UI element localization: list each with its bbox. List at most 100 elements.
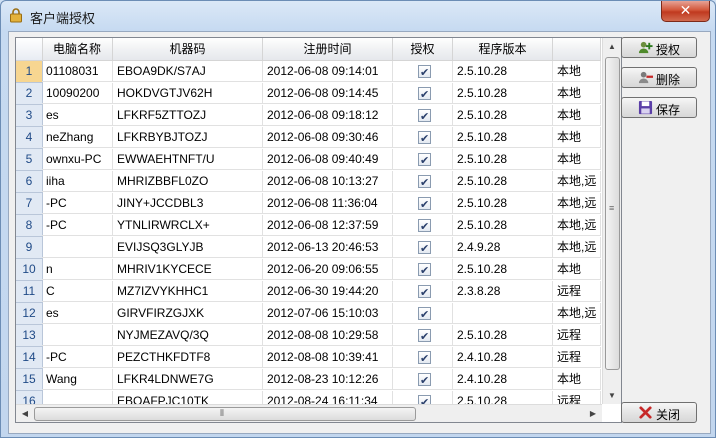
authorized-checkbox[interactable]	[418, 107, 431, 125]
row-number[interactable]: 8	[16, 215, 43, 237]
cell-machine-code[interactable]: EBOA9DK/S7AJ	[113, 61, 263, 82]
save-button[interactable]: 保存	[621, 97, 697, 118]
cell-register-time[interactable]: 2012-06-08 11:36:04	[263, 193, 393, 214]
column-header-computer-name[interactable]: 电脑名称	[42, 38, 113, 60]
cell-version[interactable]: 2.5.10.28	[453, 325, 553, 346]
cell-location[interactable]: 远程	[553, 325, 601, 346]
authorized-checkbox[interactable]	[418, 217, 431, 235]
cell-register-time[interactable]: 2012-06-08 12:37:59	[263, 215, 393, 236]
cell-location[interactable]: 本地	[553, 369, 601, 390]
table-row[interactable]: 13 NYJMEZAVQ/3Q2012-08-08 10:29:58 2.5.10.…	[16, 325, 601, 347]
cell-register-time[interactable]: 2012-06-30 19:44:20	[263, 281, 393, 302]
table-row[interactable]: 9 EVIJSQ3GLYJB2012-06-13 20:46:53 2.4.9.28…	[16, 237, 601, 259]
cell-authorized[interactable]	[393, 105, 453, 126]
row-number[interactable]: 14	[16, 347, 43, 369]
cell-computer-name[interactable]: C	[42, 281, 113, 302]
cell-computer-name[interactable]: Wang	[42, 369, 113, 390]
cell-location[interactable]: 本地	[553, 259, 601, 280]
cell-machine-code[interactable]: NYJMEZAVQ/3Q	[113, 325, 263, 346]
authorize-button[interactable]: 授权	[621, 37, 697, 58]
authorized-checkbox[interactable]	[418, 63, 431, 81]
table-row[interactable]: 5 ownxu-PC EWWAEHTNFT/U 2012-06-08 09:40:49…	[16, 149, 601, 171]
cell-machine-code[interactable]: LFKRF5ZTTOZJ	[113, 105, 263, 126]
row-number[interactable]: 9	[16, 237, 43, 259]
cell-version[interactable]: 2.5.10.28	[453, 193, 553, 214]
title-bar[interactable]: 客户端授权 ✕	[1, 1, 715, 31]
row-number[interactable]: 10	[16, 259, 43, 281]
cell-machine-code[interactable]: YTNLIRWRCLX+	[113, 215, 263, 236]
cell-version[interactable]: 2.5.10.28	[453, 259, 553, 280]
authorized-checkbox[interactable]	[418, 85, 431, 103]
cell-version[interactable]: 2.4.9.28	[453, 237, 553, 258]
cell-machine-code[interactable]: MZ7IZVYKHHC1	[113, 281, 263, 302]
cell-computer-name[interactable]: -PC	[42, 215, 113, 236]
cell-register-time[interactable]: 2012-06-20 09:06:55	[263, 259, 393, 280]
cell-version[interactable]: 2.5.10.28	[453, 127, 553, 148]
cell-authorized[interactable]	[393, 347, 453, 368]
authorized-checkbox[interactable]	[418, 305, 431, 323]
cell-location[interactable]: 远程	[553, 347, 601, 368]
cell-location[interactable]: 本地	[553, 105, 601, 126]
delete-button[interactable]: 删除	[621, 67, 697, 88]
row-number[interactable]: 1	[16, 61, 43, 83]
cell-machine-code[interactable]: HOKDVGTJV62H	[113, 83, 263, 104]
row-number[interactable]: 15	[16, 369, 43, 391]
table-row[interactable]: 15WangLFKR4LDNWE7G2012-08-23 10:12:26 2.4…	[16, 369, 601, 391]
table-row[interactable]: 4neZhangLFKRBYBJTOZJ2012-06-08 09:30:46 2…	[16, 127, 601, 149]
cell-location[interactable]: 本地,远	[553, 303, 601, 324]
client-grid[interactable]: 电脑名称 机器码 注册时间 授权 程序版本 1 01108031 EBOA9DK/S…	[15, 37, 622, 423]
row-number[interactable]: 5	[16, 149, 43, 171]
cell-machine-code[interactable]: LFKR4LDNWE7G	[113, 369, 263, 390]
row-number[interactable]: 6	[16, 171, 43, 193]
cell-computer-name[interactable]: 10090200	[42, 83, 113, 104]
cell-register-time[interactable]: 2012-06-08 09:14:45	[263, 83, 393, 104]
close-button[interactable]: 关闭	[621, 402, 697, 423]
row-number[interactable]: 7	[16, 193, 43, 215]
cell-register-time[interactable]: 2012-08-23 10:12:26	[263, 369, 393, 390]
cell-authorized[interactable]	[393, 127, 453, 148]
cell-computer-name[interactable]: 01108031	[42, 61, 113, 82]
column-header-location[interactable]	[553, 38, 601, 60]
column-header-authorized[interactable]: 授权	[393, 38, 453, 60]
authorized-checkbox[interactable]	[418, 173, 431, 191]
cell-machine-code[interactable]: EWWAEHTNFT/U	[113, 149, 263, 170]
scroll-up-arrow-icon[interactable]: ▲	[603, 38, 621, 55]
row-number[interactable]: 2	[16, 83, 43, 105]
cell-authorized[interactable]	[393, 325, 453, 346]
column-header-version[interactable]: 程序版本	[453, 38, 553, 60]
row-number[interactable]: 12	[16, 303, 43, 325]
row-number[interactable]: 11	[16, 281, 43, 303]
cell-version[interactable]: 2.4.10.28	[453, 369, 553, 390]
cell-authorized[interactable]	[393, 215, 453, 236]
cell-register-time[interactable]: 2012-08-08 10:29:58	[263, 325, 393, 346]
cell-location[interactable]: 本地	[553, 149, 601, 170]
cell-location[interactable]: 本地,远	[553, 215, 601, 236]
cell-version[interactable]: 2.5.10.28	[453, 83, 553, 104]
authorized-checkbox[interactable]	[418, 129, 431, 147]
scroll-right-arrow-icon[interactable]: ▶	[584, 405, 602, 422]
table-row[interactable]: 12esGIRVFIRZGJXK2012-07-06 15:10:03 本地,远	[16, 303, 601, 325]
table-row[interactable]: 11CMZ7IZVYKHHC12012-06-30 19:44:20 2.3.8.…	[16, 281, 601, 303]
cell-authorized[interactable]	[393, 281, 453, 302]
authorized-checkbox[interactable]	[418, 371, 431, 389]
authorized-checkbox[interactable]	[418, 261, 431, 279]
column-header-machine-code[interactable]: 机器码	[113, 38, 263, 60]
table-row[interactable]: 3esLFKRF5ZTTOZJ2012-06-08 09:18:12 2.5.10…	[16, 105, 601, 127]
cell-register-time[interactable]: 2012-07-06 15:10:03	[263, 303, 393, 324]
table-row[interactable]: 14-PCPEZCTHKFDTF82012-08-08 10:39:41 2.4.…	[16, 347, 601, 369]
cell-register-time[interactable]: 2012-06-08 09:30:46	[263, 127, 393, 148]
cell-machine-code[interactable]: GIRVFIRZGJXK	[113, 303, 263, 324]
table-row[interactable]: 10nMHRIV1KYCECE2012-06-20 09:06:55 2.5.10…	[16, 259, 601, 281]
cell-computer-name[interactable]: es	[42, 303, 113, 324]
cell-location[interactable]: 本地	[553, 83, 601, 104]
authorized-checkbox[interactable]	[418, 327, 431, 345]
window-close-button[interactable]: ✕	[661, 1, 710, 22]
cell-location[interactable]: 远程	[553, 281, 601, 302]
scroll-left-arrow-icon[interactable]: ◀	[16, 405, 34, 422]
table-row[interactable]: 7-PCJINY+JCCDBL32012-06-08 11:36:04 2.5.1…	[16, 193, 601, 215]
cell-computer-name[interactable]: -PC	[42, 347, 113, 368]
cell-machine-code[interactable]: MHRIZBBFL0ZO	[113, 171, 263, 192]
row-number[interactable]: 13	[16, 325, 43, 347]
cell-computer-name[interactable]: neZhang	[42, 127, 113, 148]
authorized-checkbox[interactable]	[418, 239, 431, 257]
